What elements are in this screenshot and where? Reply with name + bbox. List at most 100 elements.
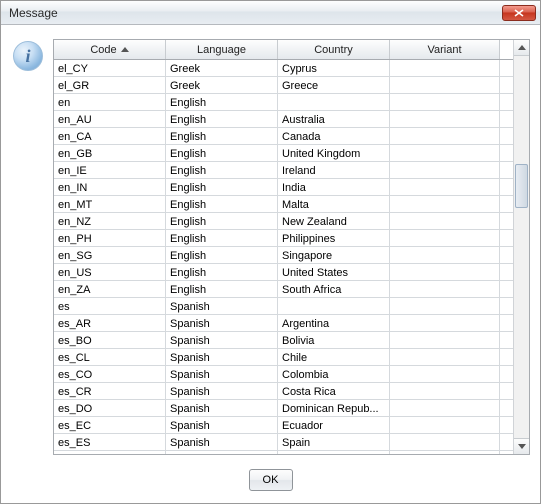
- cell-variant: [390, 281, 500, 297]
- cell-country: Cyprus: [278, 60, 390, 76]
- cell-country: Greece: [278, 77, 390, 93]
- cell-variant: [390, 366, 500, 382]
- table-row[interactable]: esSpanish: [54, 298, 513, 315]
- cell-country: Australia: [278, 111, 390, 127]
- table-row[interactable]: en_MTEnglishMalta: [54, 196, 513, 213]
- cell-code: en_US: [54, 264, 166, 280]
- ok-button[interactable]: OK: [249, 469, 293, 491]
- cell-variant: [390, 298, 500, 314]
- cell-country: Chile: [278, 349, 390, 365]
- table-row[interactable]: es_CLSpanishChile: [54, 349, 513, 366]
- dialog-content: i Code Language Country Variant el_CYGreekC…: [1, 25, 540, 463]
- table-row[interactable]: es_BOSpanishBolivia: [54, 332, 513, 349]
- cell-code: en_SG: [54, 247, 166, 263]
- cell-country: Argentina: [278, 315, 390, 331]
- cell-variant: [390, 383, 500, 399]
- cell-country: [278, 94, 390, 110]
- cell-country: Singapore: [278, 247, 390, 263]
- cell-variant: [390, 349, 500, 365]
- table-row[interactable]: es_ESSpanishSpain: [54, 434, 513, 451]
- cell-language: English: [166, 264, 278, 280]
- cell-language: English: [166, 162, 278, 178]
- column-header-code[interactable]: Code: [54, 40, 166, 59]
- column-header-variant[interactable]: Variant: [390, 40, 500, 59]
- cell-code: es_AR: [54, 315, 166, 331]
- table-row[interactable]: es_DOSpanishDominican Repub...: [54, 400, 513, 417]
- cell-language: Spanish: [166, 434, 278, 450]
- table-row[interactable]: el_GRGreekGreece: [54, 77, 513, 94]
- table-row[interactable]: en_NZEnglishNew Zealand: [54, 213, 513, 230]
- vertical-scrollbar[interactable]: [513, 40, 529, 454]
- cell-country: United States: [278, 264, 390, 280]
- cell-language: Spanish: [166, 451, 278, 454]
- scroll-up-button[interactable]: [514, 40, 529, 56]
- cell-language: Greek: [166, 60, 278, 76]
- table-row[interactable]: en_INEnglishIndia: [54, 179, 513, 196]
- cell-country: India: [278, 179, 390, 195]
- table-row[interactable]: en_SGEnglishSingapore: [54, 247, 513, 264]
- column-header-label: Language: [197, 44, 246, 56]
- cell-language: English: [166, 179, 278, 195]
- cell-variant: [390, 417, 500, 433]
- cell-variant: [390, 247, 500, 263]
- cell-language: English: [166, 281, 278, 297]
- table-row[interactable]: en_CAEnglishCanada: [54, 128, 513, 145]
- cell-code: en_IE: [54, 162, 166, 178]
- cell-language: Spanish: [166, 417, 278, 433]
- close-button[interactable]: [502, 5, 536, 21]
- scroll-down-button[interactable]: [514, 438, 529, 454]
- cell-language: Spanish: [166, 332, 278, 348]
- cell-code: es: [54, 298, 166, 314]
- cell-country: Canada: [278, 128, 390, 144]
- close-icon: [514, 9, 524, 17]
- cell-variant: [390, 145, 500, 161]
- cell-variant: [390, 111, 500, 127]
- cell-language: Spanish: [166, 366, 278, 382]
- table-row[interactable]: en_PHEnglishPhilippines: [54, 230, 513, 247]
- titlebar[interactable]: Message: [1, 1, 540, 25]
- table-row[interactable]: enEnglish: [54, 94, 513, 111]
- cell-variant: [390, 332, 500, 348]
- dialog-footer: OK: [1, 463, 540, 503]
- cell-language: Spanish: [166, 383, 278, 399]
- cell-variant: [390, 451, 500, 454]
- table-row[interactable]: es_COSpanishColombia: [54, 366, 513, 383]
- cell-variant: [390, 400, 500, 416]
- cell-country: Ireland: [278, 162, 390, 178]
- cell-language: Spanish: [166, 349, 278, 365]
- column-header-country[interactable]: Country: [278, 40, 390, 59]
- table-row[interactable]: en_AUEnglishAustralia: [54, 111, 513, 128]
- window-title: Message: [9, 6, 502, 20]
- table-row[interactable]: en_IEEnglishIreland: [54, 162, 513, 179]
- cell-code: es_ES: [54, 434, 166, 450]
- cell-country: Philippines: [278, 230, 390, 246]
- locale-table: Code Language Country Variant el_CYGreekCyp…: [53, 39, 530, 455]
- column-header-language[interactable]: Language: [166, 40, 278, 59]
- table-row[interactable]: en_USEnglishUnited States: [54, 264, 513, 281]
- column-header-label: Variant: [427, 44, 461, 56]
- cell-country: [278, 298, 390, 314]
- scroll-track[interactable]: [514, 56, 529, 438]
- table-row[interactable]: es_ECSpanishEcuador: [54, 417, 513, 434]
- table-row[interactable]: el_CYGreekCyprus: [54, 60, 513, 77]
- table-row[interactable]: en_ZAEnglishSouth Africa: [54, 281, 513, 298]
- cell-variant: [390, 230, 500, 246]
- table-row[interactable]: es_ARSpanishArgentina: [54, 315, 513, 332]
- cell-country: Spain: [278, 434, 390, 450]
- cell-country: United Kingdom: [278, 145, 390, 161]
- cell-code: en_CA: [54, 128, 166, 144]
- cell-variant: [390, 128, 500, 144]
- scroll-thumb[interactable]: [515, 164, 528, 208]
- cell-code: en_NZ: [54, 213, 166, 229]
- cell-country: Bolivia: [278, 332, 390, 348]
- icon-column: i: [11, 39, 45, 455]
- table-row[interactable]: en_GBEnglishUnited Kingdom: [54, 145, 513, 162]
- cell-code: el_GR: [54, 77, 166, 93]
- table-row[interactable]: es_CRSpanishCosta Rica: [54, 383, 513, 400]
- cell-variant: [390, 77, 500, 93]
- cell-code: en: [54, 94, 166, 110]
- cell-country: Costa Rica: [278, 383, 390, 399]
- cell-variant: [390, 60, 500, 76]
- table-row[interactable]: es_GTSpanishGuatemala: [54, 451, 513, 454]
- cell-code: es_GT: [54, 451, 166, 454]
